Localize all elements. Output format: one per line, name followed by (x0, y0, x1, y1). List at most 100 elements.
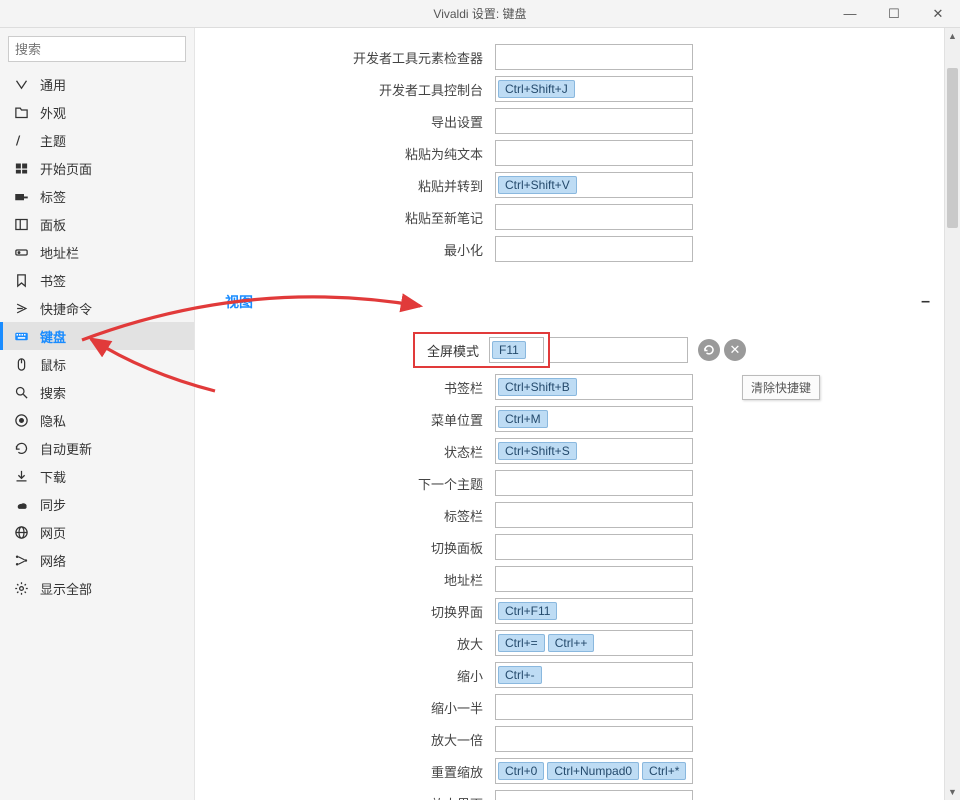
sidebar-icon-8 (12, 299, 30, 317)
shortcut-label: 导出设置 (225, 112, 495, 131)
shortcut-input[interactable]: Ctrl+Shift+V (495, 172, 693, 198)
shortcut-input[interactable] (495, 790, 693, 800)
view-row-1: 书签栏Ctrl+Shift+B (225, 374, 930, 400)
scrollbar-down-arrow-icon[interactable]: ▼ (945, 784, 960, 800)
shortcut-input-extra[interactable] (550, 337, 688, 363)
sidebar-item-label: 快捷命令 (40, 299, 92, 318)
sidebar-icon-16 (12, 523, 30, 541)
sidebar-item-1[interactable]: 外观 (0, 98, 194, 126)
shortcut-input[interactable]: Ctrl+=Ctrl++ (495, 630, 693, 656)
top-row-4: 粘贴并转到Ctrl+Shift+V (225, 172, 930, 198)
sidebar-icon-14 (12, 467, 30, 485)
shortcut-input[interactable]: F11 (489, 337, 544, 363)
shortcut-label: 放大一倍 (225, 730, 495, 749)
sidebar-icon-2 (12, 131, 30, 149)
reset-shortcut-button[interactable] (698, 339, 720, 361)
shortcut-input[interactable] (495, 44, 693, 70)
window-title: Vivaldi 设置: 键盘 (433, 5, 526, 22)
shortcut-input[interactable] (495, 726, 693, 752)
shortcut-input[interactable] (495, 236, 693, 262)
shortcut-label: 书签栏 (225, 378, 495, 397)
sidebar-item-16[interactable]: 网页 (0, 518, 194, 546)
shortcut-label: 放大 (225, 634, 495, 653)
search-input[interactable] (8, 36, 186, 62)
shortcut-label: 地址栏 (225, 570, 495, 589)
sidebar-item-8[interactable]: 快捷命令 (0, 294, 194, 322)
sidebar-icon-17 (12, 551, 30, 569)
sidebar-item-12[interactable]: 隐私 (0, 406, 194, 434)
shortcut-chip: Ctrl+Shift+B (498, 378, 577, 396)
shortcut-input[interactable]: Ctrl+0Ctrl+Numpad0Ctrl+* (495, 758, 693, 784)
sidebar-item-label: 主题 (40, 131, 66, 150)
sidebar-item-17[interactable]: 网络 (0, 546, 194, 574)
shortcut-chip: F11 (492, 341, 526, 359)
sidebar-item-label: 自动更新 (40, 439, 92, 458)
sidebar-icon-11 (12, 383, 30, 401)
sidebar-icon-18 (12, 579, 30, 597)
shortcut-input[interactable]: Ctrl+Shift+S (495, 438, 693, 464)
sidebar-item-14[interactable]: 下载 (0, 462, 194, 490)
window-maximize-button[interactable]: ☐ (872, 0, 916, 27)
shortcut-input[interactable] (495, 204, 693, 230)
shortcut-input[interactable] (495, 502, 693, 528)
sidebar-item-18[interactable]: 显示全部 (0, 574, 194, 602)
sidebar-item-7[interactable]: 书签 (0, 266, 194, 294)
sidebar-icon-9 (12, 327, 30, 345)
sidebar-icon-5 (12, 215, 30, 233)
shortcut-label: 缩小一半 (225, 698, 495, 717)
shortcut-chip: Ctrl+Numpad0 (547, 762, 639, 780)
shortcut-input[interactable] (495, 140, 693, 166)
shortcut-label: 粘贴至新笔记 (225, 208, 495, 227)
sidebar-item-10[interactable]: 鼠标 (0, 350, 194, 378)
shortcut-input[interactable]: Ctrl+F11 (495, 598, 693, 624)
sidebar-item-0[interactable]: 通用 (0, 70, 194, 98)
sidebar-item-label: 键盘 (40, 327, 66, 346)
shortcut-chip: Ctrl+Shift+J (498, 80, 575, 98)
sidebar-item-label: 外观 (40, 103, 66, 122)
shortcut-input[interactable] (495, 566, 693, 592)
sidebar-item-2[interactable]: 主题 (0, 126, 194, 154)
vertical-scrollbar[interactable]: ▲ ▼ (944, 28, 960, 800)
shortcut-input[interactable] (495, 694, 693, 720)
scrollbar-up-arrow-icon[interactable]: ▲ (945, 28, 960, 44)
top-row-3: 粘贴为纯文本 (225, 140, 930, 166)
sidebar-icon-1 (12, 103, 30, 121)
view-row-9: 放大Ctrl+=Ctrl++ (225, 630, 930, 656)
section-header-view[interactable]: 视图 – (225, 292, 930, 312)
shortcut-label: 切换界面 (225, 602, 495, 621)
sidebar-item-5[interactable]: 面板 (0, 210, 194, 238)
shortcut-input[interactable]: Ctrl+Shift+J (495, 76, 693, 102)
shortcut-input[interactable] (495, 470, 693, 496)
shortcut-label: 最小化 (225, 240, 495, 259)
shortcut-input[interactable]: Ctrl+- (495, 662, 693, 688)
window-close-button[interactable]: ✕ (916, 0, 960, 27)
shortcut-chip: Ctrl+M (498, 410, 548, 428)
sidebar-item-9[interactable]: 键盘 (0, 322, 194, 350)
shortcut-input[interactable] (495, 108, 693, 134)
sidebar-item-4[interactable]: 标签 (0, 182, 194, 210)
shortcut-label: 状态栏 (225, 442, 495, 461)
shortcut-input[interactable]: Ctrl+M (495, 406, 693, 432)
shortcut-input[interactable] (495, 534, 693, 560)
sidebar-item-label: 面板 (40, 215, 66, 234)
scrollbar-thumb[interactable] (947, 68, 958, 228)
shortcut-chip: Ctrl+0 (498, 762, 544, 780)
sidebar-icon-15 (12, 495, 30, 513)
sidebar-item-13[interactable]: 自动更新 (0, 434, 194, 462)
top-row-0: 开发者工具元素检查器 (225, 44, 930, 70)
window-minimize-button[interactable]: — (828, 0, 872, 27)
sidebar-icon-10 (12, 355, 30, 373)
collapse-icon[interactable]: – (921, 293, 930, 311)
settings-scroll[interactable]: 开发者工具元素检查器开发者工具控制台Ctrl+Shift+J导出设置粘贴为纯文本… (195, 28, 960, 800)
top-row-2: 导出设置 (225, 108, 930, 134)
clear-shortcut-button[interactable]: ✕ (724, 339, 746, 361)
sidebar-item-6[interactable]: 地址栏 (0, 238, 194, 266)
shortcut-chip: Ctrl+Shift+V (498, 176, 577, 194)
shortcut-input[interactable]: Ctrl+Shift+B (495, 374, 693, 400)
sidebar-item-label: 同步 (40, 495, 66, 514)
sidebar-item-15[interactable]: 同步 (0, 490, 194, 518)
view-row-0: 全屏模式F11✕ (225, 332, 930, 368)
shortcut-label: 粘贴为纯文本 (225, 144, 495, 163)
sidebar-item-3[interactable]: 开始页面 (0, 154, 194, 182)
sidebar-item-11[interactable]: 搜索 (0, 378, 194, 406)
